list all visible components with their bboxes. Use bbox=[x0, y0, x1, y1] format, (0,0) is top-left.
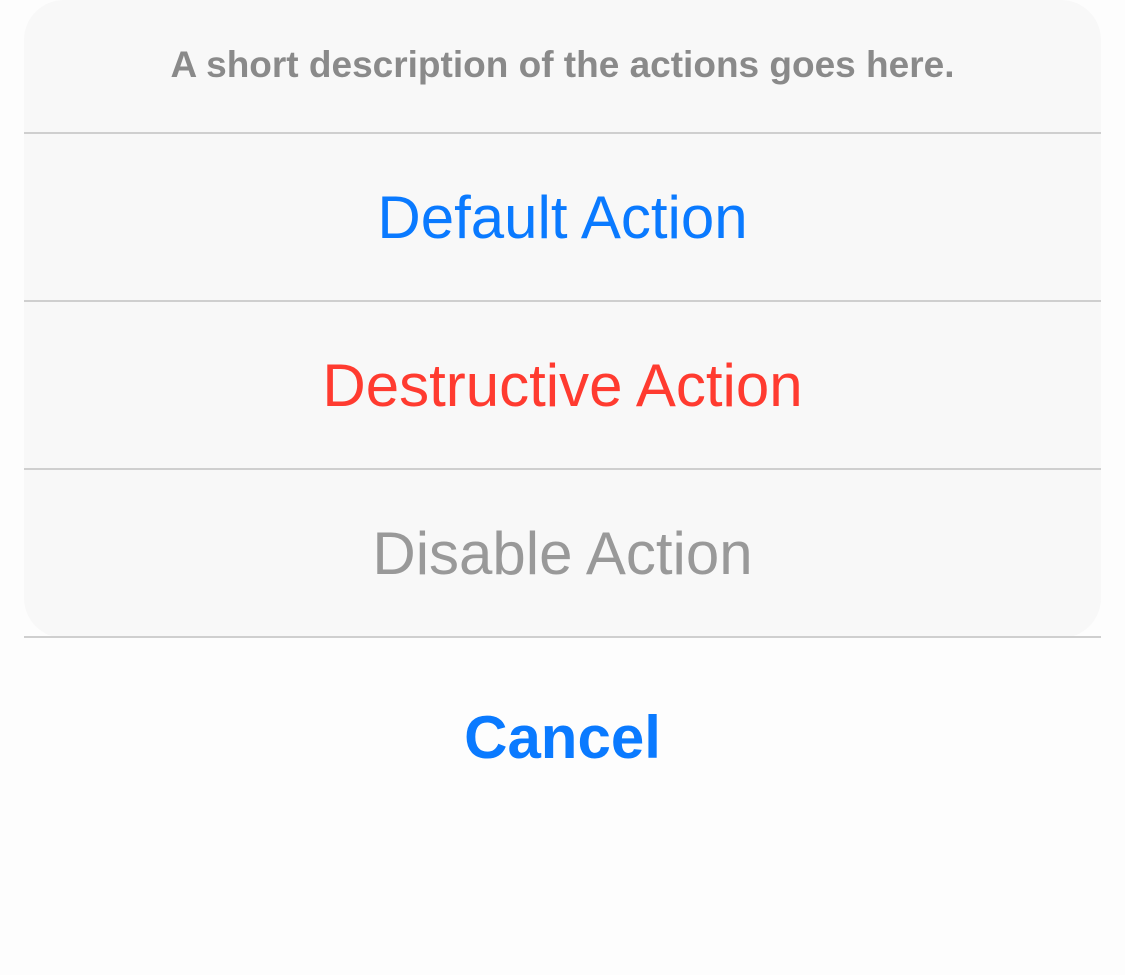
disabled-action-label: Disable Action bbox=[372, 519, 753, 587]
cancel-button[interactable]: Cancel bbox=[24, 638, 1101, 858]
destructive-action-button[interactable]: Destructive Action bbox=[24, 302, 1101, 470]
disabled-action-button: Disable Action bbox=[24, 470, 1101, 638]
action-sheet: A short description of the actions goes … bbox=[24, 0, 1101, 638]
action-sheet-message: A short description of the actions goes … bbox=[170, 44, 955, 85]
destructive-action-label: Destructive Action bbox=[322, 351, 803, 419]
default-action-button[interactable]: Default Action bbox=[24, 134, 1101, 302]
action-sheet-header: A short description of the actions goes … bbox=[24, 0, 1101, 134]
default-action-label: Default Action bbox=[377, 183, 748, 251]
cancel-label: Cancel bbox=[464, 703, 661, 771]
